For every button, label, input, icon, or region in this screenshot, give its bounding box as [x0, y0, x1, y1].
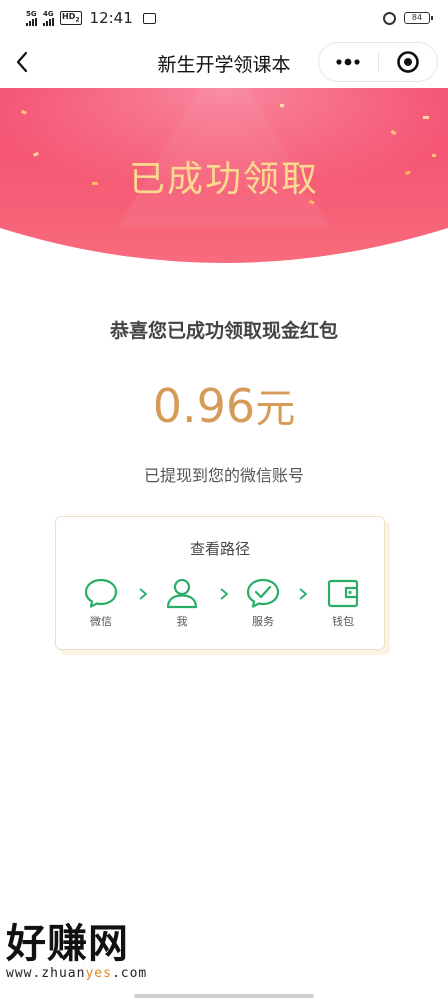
step-services: 服务 [238, 577, 288, 629]
signal-bars-icon [26, 17, 37, 26]
wallet-icon [327, 579, 359, 608]
step-label: 服务 [252, 615, 274, 628]
status-bar: 5G 4G HD2 12:41 84 [0, 0, 448, 36]
chevron-right-icon [139, 588, 148, 600]
person-icon [166, 578, 198, 609]
step-me: 我 [157, 577, 207, 629]
path-card-title: 查看路径 [189, 540, 250, 558]
hd-label: HD [62, 12, 76, 22]
success-banner: 已成功领取 [0, 88, 448, 268]
target-close-icon [396, 51, 419, 73]
check-bubble-icon [246, 578, 280, 608]
network-5g: 5G [26, 9, 37, 26]
nav-bar: 新生开学领课本 [0, 36, 448, 88]
mini-program-capsule [318, 42, 438, 82]
step-label: 我 [176, 615, 188, 628]
signal-bars-icon [43, 17, 54, 26]
battery-level: 84 [411, 13, 423, 22]
watermark: 好赚网 www.zhuanyes.com [6, 922, 206, 992]
status-left: 5G 4G HD2 12:41 [26, 9, 156, 27]
watermark-url-post: .com [111, 966, 148, 981]
path-steps: 微信 我 服务 钱包 [56, 577, 384, 637]
banner-title: 已成功领取 [128, 159, 319, 200]
network-4g: 4G [43, 9, 54, 26]
network-5g-label: 5G [26, 9, 37, 18]
more-menu-button[interactable] [319, 43, 378, 81]
chat-bubble-icon [84, 578, 118, 608]
view-path-card: 查看路径 微信 我 服务 钱包 [55, 516, 385, 650]
hd-voice-badge: HD2 [60, 11, 82, 25]
step-label: 钱包 [332, 615, 354, 628]
battery-icon: 84 [404, 12, 433, 24]
alarm-icon [383, 11, 396, 25]
status-right: 84 [383, 11, 433, 25]
close-mini-program-button[interactable] [378, 43, 437, 81]
withdrawn-note: 已提现到您的微信账号 [143, 466, 304, 485]
step-wechat: 微信 [76, 577, 126, 629]
status-time: 12:41 [89, 9, 133, 27]
amount-unit: 元 [255, 386, 296, 432]
message-notification-icon [142, 12, 156, 24]
network-4g-label: 4G [43, 9, 54, 18]
step-label: 微信 [90, 615, 112, 628]
hd-sub: 2 [75, 16, 80, 24]
step-wallet: 钱包 [318, 577, 368, 629]
watermark-url-pre: www.zhuan [6, 966, 86, 981]
watermark-url: www.zhuanyes.com [6, 966, 206, 981]
watermark-brand: 好赚网 [6, 921, 129, 967]
watermark-url-highlight: yes [85, 966, 112, 981]
chevron-right-icon [220, 588, 229, 600]
amount-display: 0.96元 [0, 376, 448, 434]
congrats-text: 恭喜您已成功领取现金红包 [109, 320, 338, 342]
more-dots-icon [336, 58, 360, 66]
amount-value: 0.96 [152, 379, 256, 433]
chevron-right-icon [299, 588, 308, 600]
home-indicator[interactable] [134, 994, 314, 998]
